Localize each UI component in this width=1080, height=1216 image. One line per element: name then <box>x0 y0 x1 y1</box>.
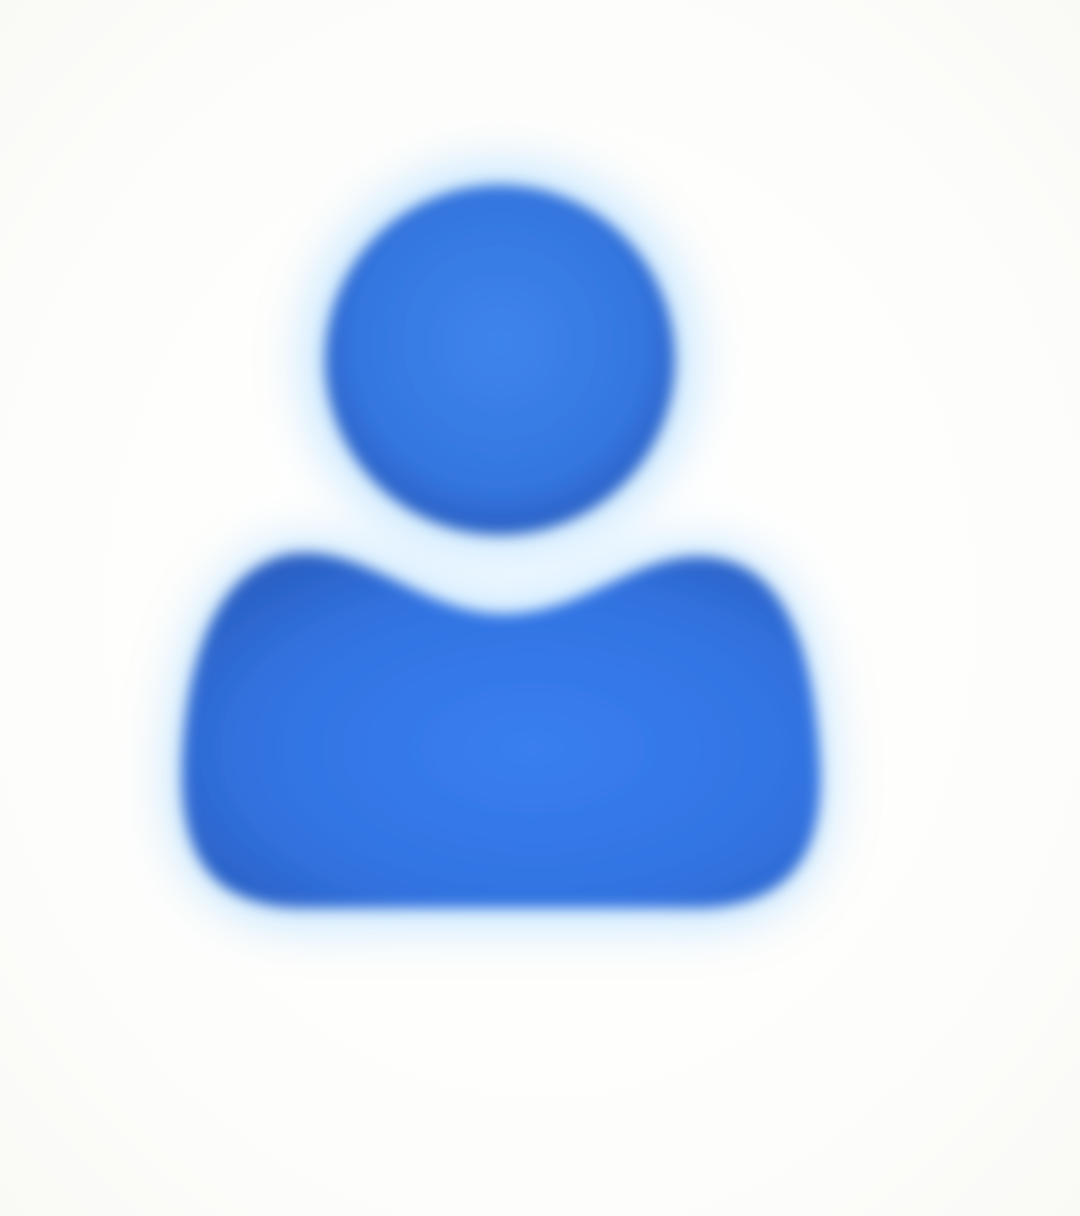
user-icon[interactable] <box>0 0 1080 1216</box>
icon-head <box>325 185 675 535</box>
icon-canvas <box>0 0 1080 1216</box>
